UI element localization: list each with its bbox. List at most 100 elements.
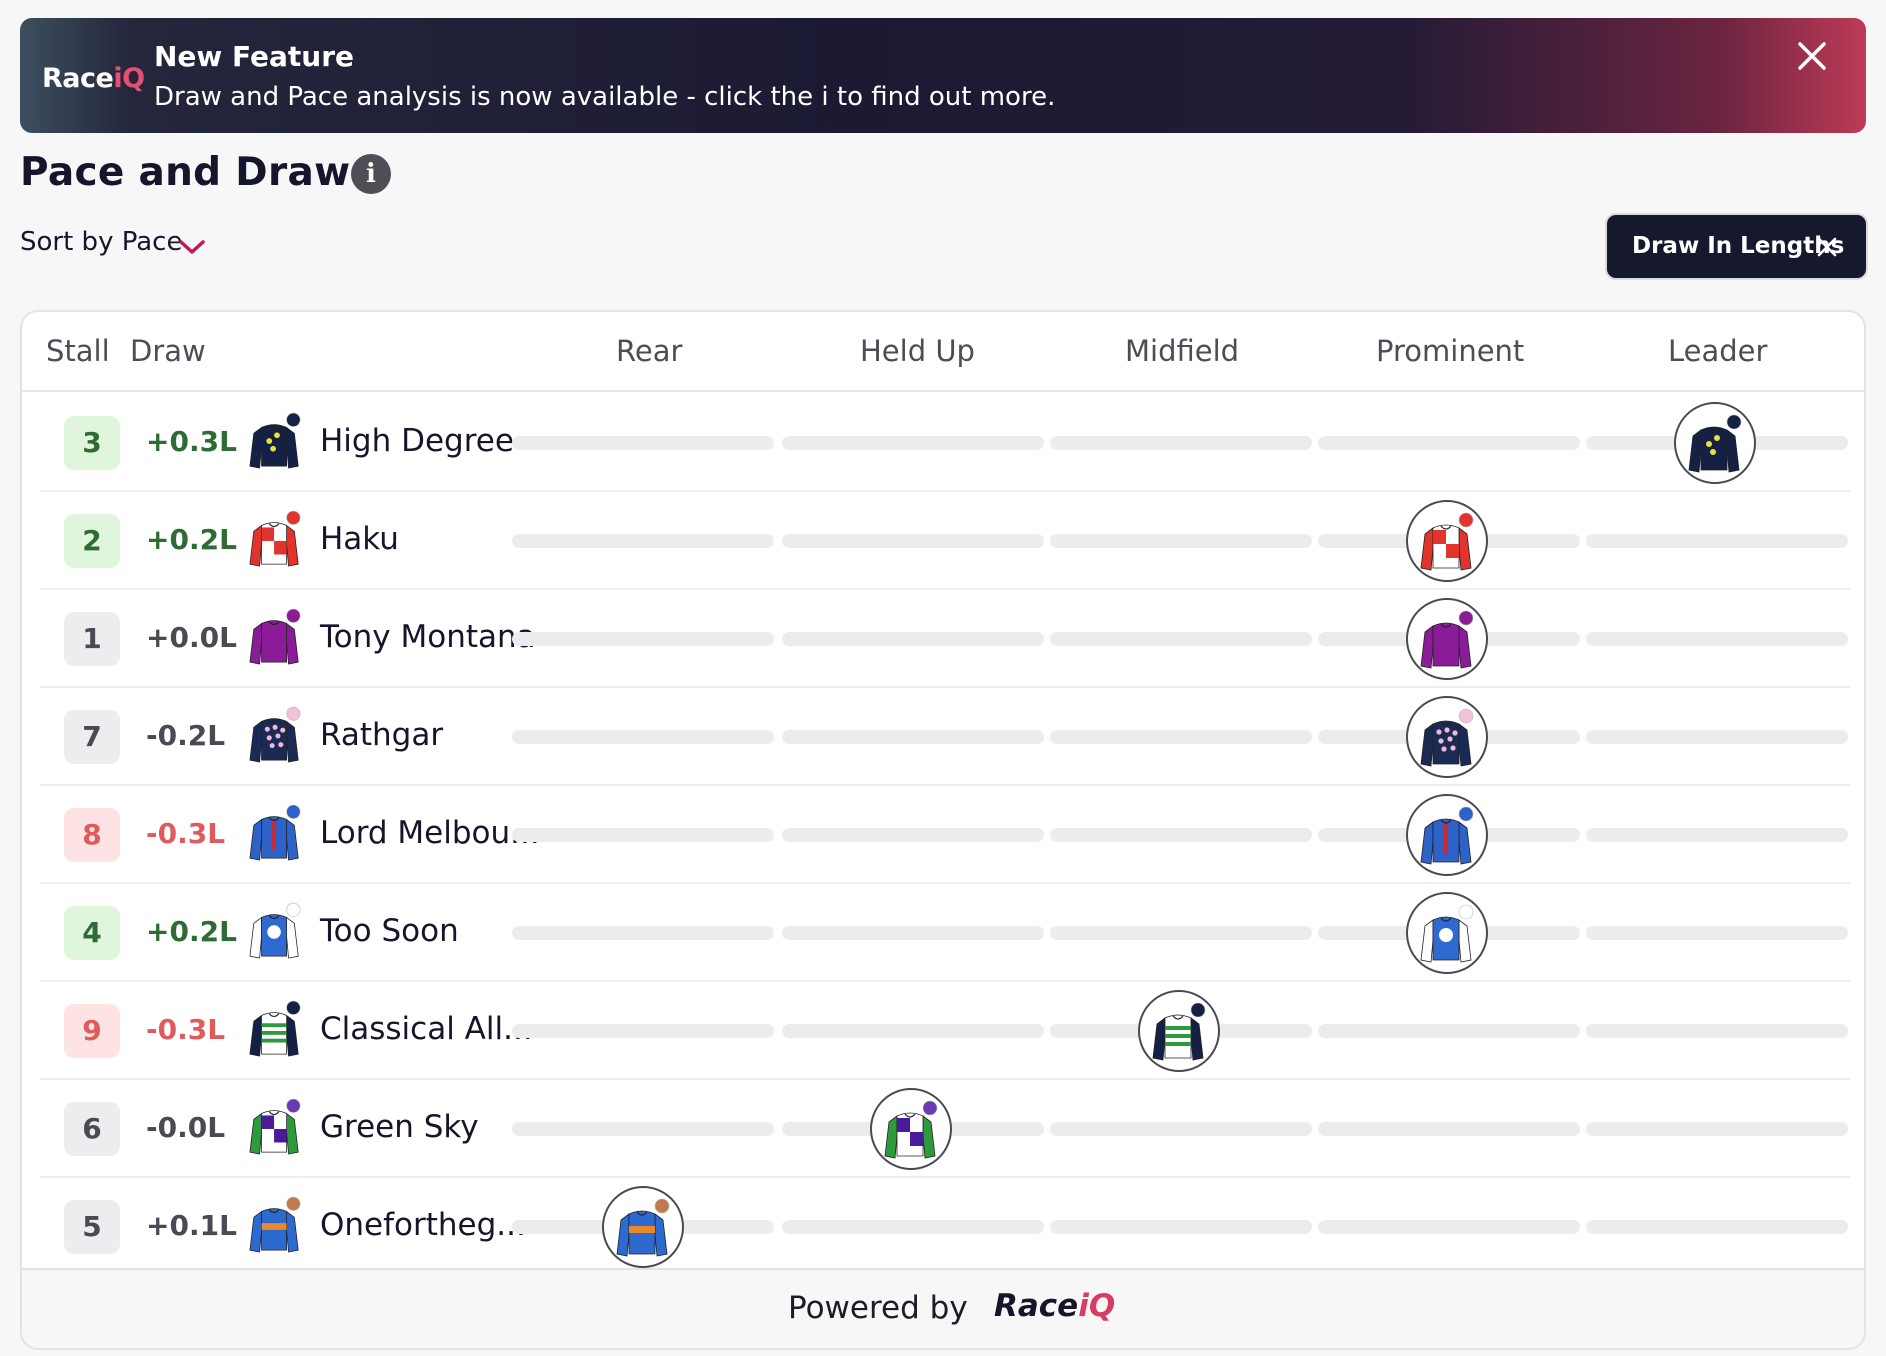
pace-marker[interactable] <box>602 1186 684 1268</box>
horse-name[interactable]: Rathgar <box>320 717 443 753</box>
pace-track-segment <box>512 534 774 548</box>
stall-badge: 3 <box>64 416 120 470</box>
horse-name[interactable]: Classical All... <box>320 1011 533 1047</box>
draw-in-lengths-button[interactable]: Draw In Lengths <box>1607 215 1866 278</box>
column-header-prominent: Prominent <box>1376 334 1525 368</box>
jockey-silk-icon <box>884 1100 938 1159</box>
draw-value: -0.3L <box>146 817 226 850</box>
horse-name[interactable]: Haku <box>320 521 399 557</box>
pace-marker[interactable] <box>1406 598 1488 680</box>
draw-value: +0.3L <box>146 425 237 458</box>
raceiq-logo: RaceiQ <box>994 1288 1116 1324</box>
horse-silk <box>248 804 306 866</box>
pace-marker[interactable] <box>1406 500 1488 582</box>
pace-track-segment <box>782 436 1044 450</box>
banner-message: Draw and Pace analysis is now available … <box>154 82 1056 112</box>
pace-marker[interactable] <box>870 1088 952 1170</box>
jockey-silk-icon <box>249 412 301 469</box>
pace-track-segment <box>1050 1220 1312 1234</box>
pace-marker[interactable] <box>1138 990 1220 1072</box>
jockey-silk-icon <box>249 1196 301 1253</box>
stall-badge: 8 <box>64 808 120 862</box>
stall-badge: 9 <box>64 1004 120 1058</box>
horse-silk <box>248 1000 306 1062</box>
jockey-silk-icon <box>616 1198 670 1257</box>
pace-track-segment <box>1318 1122 1580 1136</box>
horse-name[interactable]: High Degree <box>320 423 514 459</box>
horse-name[interactable]: Onefortheg... <box>320 1207 526 1243</box>
pace-track-segment <box>782 730 1044 744</box>
draw-value: +0.0L <box>146 621 237 654</box>
pace-track-segment <box>1586 1024 1848 1038</box>
raceiq-logo: RaceiQ <box>42 63 145 94</box>
feature-banner: RaceiQ New Feature Draw and Pace analysi… <box>20 18 1866 133</box>
horse-name[interactable]: Green Sky <box>320 1109 479 1145</box>
table-row: 9 -0.3L Classical All... <box>40 982 1850 1080</box>
jockey-silk-icon <box>1420 512 1474 571</box>
banner-close-button[interactable] <box>1792 36 1832 76</box>
table-row: 4 +0.2L Too Soon <box>40 884 1850 982</box>
pace-track-segment <box>1586 1122 1848 1136</box>
horse-silk <box>248 510 306 572</box>
pace-track-segment <box>1050 926 1312 940</box>
pace-track-segment <box>782 1024 1044 1038</box>
jockey-silk-icon <box>249 608 301 665</box>
banner-title: New Feature <box>154 40 355 73</box>
pace-track-segment <box>1050 730 1312 744</box>
page-title: Pace and Draw <box>20 150 351 195</box>
pace-marker[interactable] <box>1406 794 1488 876</box>
pace-track-segment <box>1586 1220 1848 1234</box>
stall-badge: 4 <box>64 906 120 960</box>
pace-track-segment <box>1318 1024 1580 1038</box>
column-header-midfield: Midfield <box>1125 334 1240 368</box>
pace-track-segment <box>1050 1122 1312 1136</box>
horse-silk <box>248 412 306 474</box>
stall-badge: 1 <box>64 612 120 666</box>
pace-marker[interactable] <box>1406 892 1488 974</box>
draw-value: +0.1L <box>146 1209 237 1242</box>
table-header: Stall Draw Rear Held Up Midfield Prominent Lea… <box>22 312 1864 392</box>
horse-name[interactable]: Tony Montana <box>320 619 536 655</box>
pace-track-segment <box>1586 730 1848 744</box>
column-header-stall: Stall <box>46 334 110 368</box>
jockey-silk-icon <box>249 1000 301 1057</box>
jockey-silk-icon <box>1420 610 1474 669</box>
chevron-down-icon <box>179 240 205 254</box>
column-header-held-up: Held Up <box>860 334 975 368</box>
pace-track-segment <box>782 828 1044 842</box>
jockey-silk-icon <box>1420 904 1474 963</box>
pace-track-segment <box>1050 436 1312 450</box>
close-icon[interactable] <box>1816 236 1838 258</box>
horse-silk <box>248 706 306 768</box>
pace-track-segment <box>782 632 1044 646</box>
table-row: 7 -0.2L Rathgar <box>40 688 1850 786</box>
horse-silk <box>248 902 306 964</box>
horse-name[interactable]: Too Soon <box>320 913 459 949</box>
pace-track-segment <box>1050 828 1312 842</box>
powered-by-text: Powered by <box>788 1290 968 1326</box>
stall-badge: 7 <box>64 710 120 764</box>
pace-marker[interactable] <box>1674 402 1756 484</box>
table-row: 1 +0.0L Tony Montana <box>40 590 1850 688</box>
table-row: 5 +0.1L Onefortheg... <box>40 1178 1850 1276</box>
sort-dropdown[interactable]: Sort by Pace <box>20 227 205 257</box>
horse-name[interactable]: Lord Melbou... <box>320 815 540 851</box>
footer: Powered by RaceiQ <box>22 1268 1864 1348</box>
pace-track-segment <box>512 436 774 450</box>
jockey-silk-icon <box>1152 1002 1206 1061</box>
info-icon[interactable]: i <box>351 154 391 194</box>
pace-track-segment <box>782 1220 1044 1234</box>
pace-track-segment <box>1586 534 1848 548</box>
jockey-silk-icon <box>1420 708 1474 767</box>
draw-value: +0.2L <box>146 915 237 948</box>
pace-track-segment <box>512 730 774 744</box>
jockey-silk-icon <box>1420 806 1474 865</box>
pace-track-segment <box>1586 926 1848 940</box>
horse-silk <box>248 608 306 670</box>
table-row: 3 +0.3L High Degree <box>40 394 1850 492</box>
pace-track-segment <box>1586 828 1848 842</box>
table-row: 6 -0.0L Green Sky <box>40 1080 1850 1178</box>
pace-track-segment <box>1050 534 1312 548</box>
pace-track-segment <box>512 1122 774 1136</box>
pace-marker[interactable] <box>1406 696 1488 778</box>
